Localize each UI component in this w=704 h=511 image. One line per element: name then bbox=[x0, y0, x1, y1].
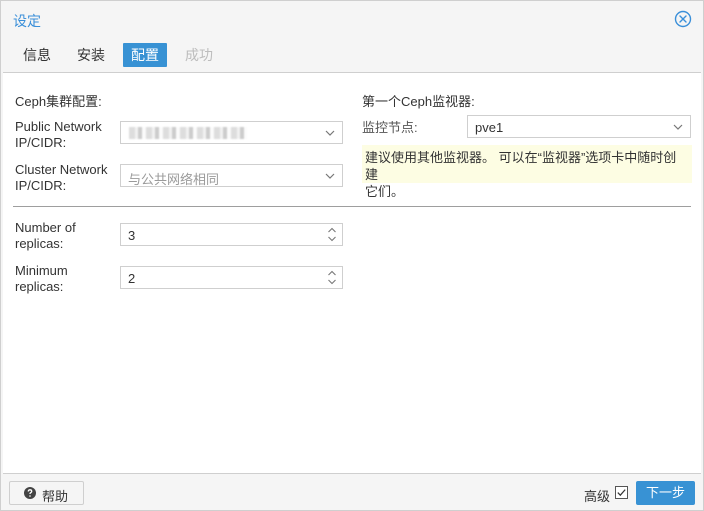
chevron-down-icon[interactable] bbox=[324, 127, 336, 139]
ceph-setup-dialog: 设定 信息 安装 配置 成功 Ceph集群配置: Public Network … bbox=[0, 0, 704, 511]
monitor-hint: 建议使用其他监视器。 可以在“监视器”选项卡中随时创建 它们。 bbox=[362, 145, 692, 199]
monitor-node-value: pve1 bbox=[475, 120, 504, 135]
tab-success: 成功 bbox=[185, 47, 213, 63]
monitor-node-combo[interactable]: pve1 bbox=[467, 115, 691, 138]
min-replicas-value: 2 bbox=[128, 271, 136, 286]
chevron-down-icon[interactable] bbox=[672, 121, 684, 133]
spinner-arrows-icon[interactable] bbox=[327, 226, 337, 243]
titlebar: 设定 bbox=[1, 1, 703, 37]
help-button-label: 帮助 bbox=[42, 489, 69, 504]
chevron-down-icon[interactable] bbox=[324, 170, 336, 182]
close-icon[interactable] bbox=[674, 10, 692, 28]
dialog-footer: 帮助 高级 下一步 bbox=[1, 475, 703, 510]
spinner-arrows-icon[interactable] bbox=[327, 269, 337, 286]
tab-config[interactable]: 配置 bbox=[123, 43, 167, 67]
wizard-tabs: 信息 安装 配置 成功 bbox=[1, 41, 703, 71]
window-title: 设定 bbox=[13, 13, 41, 29]
cluster-network-label: Cluster Network IP/CIDR: bbox=[15, 162, 108, 193]
public-network-label: Public Network IP/CIDR: bbox=[15, 119, 102, 150]
public-network-combo[interactable] bbox=[120, 121, 343, 144]
monitor-title: 第一个Ceph监视器: bbox=[362, 94, 475, 109]
advanced-label: 高级 bbox=[584, 489, 611, 504]
min-replicas-label: Minimum replicas: bbox=[15, 263, 68, 294]
tab-install[interactable]: 安装 bbox=[69, 43, 113, 67]
replicas-label: Number of replicas: bbox=[15, 220, 76, 251]
redacted-network-value bbox=[129, 127, 247, 139]
question-circle-icon bbox=[24, 487, 36, 499]
cluster-network-combo[interactable]: 与公共网络相同 bbox=[120, 164, 343, 187]
replicas-value: 3 bbox=[128, 228, 136, 243]
next-button[interactable]: 下一步 bbox=[636, 481, 695, 505]
cluster-network-placeholder: 与公共网络相同 bbox=[128, 172, 220, 187]
help-button[interactable]: 帮助 bbox=[9, 481, 84, 505]
min-replicas-stepper[interactable]: 2 bbox=[120, 266, 343, 289]
tab-info[interactable]: 信息 bbox=[15, 43, 59, 67]
advanced-checkbox[interactable] bbox=[615, 486, 628, 499]
config-panel: Ceph集群配置: Public Network IP/CIDR: Cluste… bbox=[3, 72, 701, 474]
section-divider bbox=[13, 206, 691, 207]
monitor-node-label: 监控节点: bbox=[362, 120, 418, 135]
replicas-stepper[interactable]: 3 bbox=[120, 223, 343, 246]
cluster-config-title: Ceph集群配置: bbox=[15, 94, 102, 109]
